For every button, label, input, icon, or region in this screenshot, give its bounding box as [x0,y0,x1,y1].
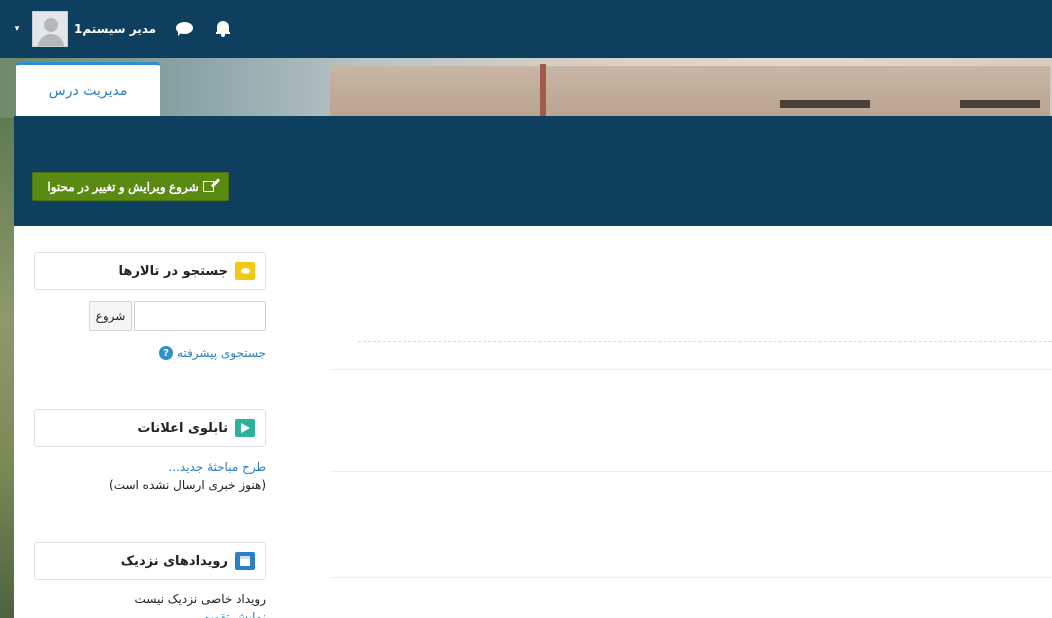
search-go-button[interactable]: شروع [89,301,132,331]
top-navbar: ▾ مدیر سیستم1 [0,0,1052,58]
block-title: تابلوی اعلانات [137,420,228,436]
section-divider [330,577,1052,578]
block-title: رویدادهای نزدیک [120,553,228,569]
block-title: جستجو در تالارها [118,263,228,279]
help-icon[interactable]: ? [159,346,174,360]
no-events-text: رویداد خاصی نزدیک نیست [134,592,266,606]
go-to-calendar-link[interactable]: نمایش تقویم... [34,610,266,618]
add-new-topic-link[interactable]: طرح مباحثهٔ جدید... [34,460,266,474]
turn-editing-on-button[interactable]: شروع ویرایش و تغییر در محتوا [32,172,229,201]
section-divider [330,369,1052,370]
megaphone-icon [235,419,255,437]
edit-button-label: شروع ویرایش و تغییر در محتوا [47,179,199,194]
avatar[interactable] [32,11,68,47]
forum-search-input[interactable] [134,301,266,331]
section-divider [330,471,1052,472]
block-news-header: تابلوی اعلانات [34,409,266,447]
calendar-icon [235,552,255,570]
tab-course-administration[interactable]: مدیریت درس [16,62,160,116]
advanced-search-link[interactable]: جستجوی پیشرفته ? [120,346,266,360]
block-upcoming-events-header: رویدادهای نزدیک [34,542,266,580]
user-menu[interactable]: ▾ مدیر سیستم1 [10,10,231,48]
tab-label: مدیریت درس [48,82,128,99]
course-header [14,116,1052,226]
comments-icon [235,262,255,280]
username[interactable]: مدیر سیستم1 [74,22,156,36]
section-divider [358,341,1052,342]
background-photo-strip [0,118,14,618]
edit-icon [202,181,214,192]
advanced-search-label[interactable]: جستجوی پیشرفته [177,346,266,360]
block-search-forums-header: جستجو در تالارها [34,252,266,290]
chevron-down-icon[interactable]: ▾ [10,24,24,34]
chat-icon[interactable] [176,22,194,36]
bell-icon[interactable] [216,21,231,37]
no-news-text: (هنوز خبری ارسال نشده است) [109,478,266,492]
